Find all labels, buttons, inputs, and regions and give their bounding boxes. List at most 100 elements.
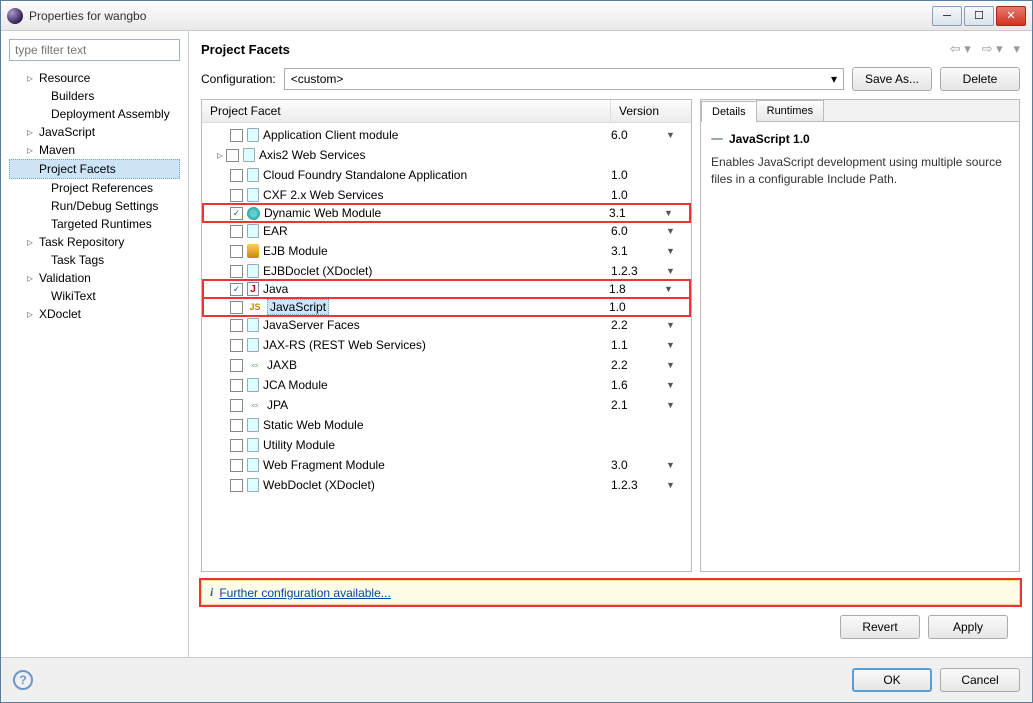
facet-icon: [247, 458, 259, 472]
facet-checkbox[interactable]: [230, 225, 243, 238]
facet-row[interactable]: ⇔JPA2.1▼: [202, 395, 691, 415]
facet-checkbox[interactable]: [230, 419, 243, 432]
facet-checkbox[interactable]: [230, 459, 243, 472]
facet-icon: [247, 478, 259, 492]
tree-item[interactable]: Task Tags: [9, 251, 180, 269]
save-as-button[interactable]: Save As...: [852, 67, 932, 91]
nav-arrows[interactable]: ⇦ ▾ ⇨ ▾ ▾: [950, 41, 1020, 57]
titlebar[interactable]: Properties for wangbo ─ ☐ ✕: [1, 1, 1032, 31]
facet-row[interactable]: Application Client module6.0▼: [202, 125, 691, 145]
facet-row[interactable]: Utility Module: [202, 435, 691, 455]
facet-icon: [247, 168, 259, 182]
close-button[interactable]: ✕: [996, 6, 1026, 26]
ok-button[interactable]: OK: [852, 668, 932, 692]
facet-icon: [247, 188, 259, 202]
maximize-button[interactable]: ☐: [964, 6, 994, 26]
col-facet[interactable]: Project Facet: [202, 100, 611, 122]
apply-button[interactable]: Apply: [928, 615, 1008, 639]
facet-checkbox[interactable]: [230, 379, 243, 392]
further-config-link[interactable]: Further configuration available...: [219, 586, 390, 600]
facet-checkbox[interactable]: [230, 479, 243, 492]
facet-row[interactable]: JSJavaScript1.0: [202, 297, 691, 317]
delete-button[interactable]: Delete: [940, 67, 1020, 91]
facet-checkbox[interactable]: [226, 149, 239, 162]
tree-item[interactable]: Targeted Runtimes: [9, 215, 180, 233]
facet-icon: [243, 148, 255, 162]
tree-item[interactable]: ▹XDoclet: [9, 305, 180, 323]
facet-checkbox[interactable]: [230, 399, 243, 412]
facet-icon: [247, 438, 259, 452]
facet-row[interactable]: CXF 2.x Web Services1.0: [202, 185, 691, 205]
facet-row[interactable]: JAX-RS (REST Web Services)1.1▼: [202, 335, 691, 355]
facet-checkbox[interactable]: [230, 301, 243, 314]
facet-checkbox[interactable]: [230, 169, 243, 182]
facet-row[interactable]: ✓Dynamic Web Module3.1▼: [202, 203, 691, 223]
facet-table: Project Facet Version Application Client…: [201, 99, 692, 572]
main-panel: Project Facets ⇦ ▾ ⇨ ▾ ▾ Configuration: …: [189, 31, 1032, 657]
bottom-bar: ? OK Cancel: [1, 657, 1032, 702]
facet-icon: [247, 264, 259, 278]
tree-item[interactable]: ▹JavaScript: [9, 123, 180, 141]
details-pane: Details Runtimes JavaScript 1.0 Enables …: [700, 99, 1020, 572]
facet-icon: ⇔: [247, 358, 263, 372]
facet-checkbox[interactable]: [230, 245, 243, 258]
config-combo[interactable]: <custom> ▾: [284, 68, 844, 90]
facet-icon: [247, 378, 259, 392]
facet-row[interactable]: Cloud Foundry Standalone Application1.0: [202, 165, 691, 185]
facet-checkbox[interactable]: [230, 129, 243, 142]
facet-checkbox[interactable]: [230, 265, 243, 278]
facet-icon: [247, 338, 259, 352]
config-label: Configuration:: [201, 72, 276, 86]
config-value: <custom>: [291, 72, 344, 86]
tree-item[interactable]: ▹Validation: [9, 269, 180, 287]
tree-item[interactable]: ▹Resource: [9, 69, 180, 87]
detail-body: Enables JavaScript development using mul…: [711, 154, 1009, 188]
facet-icon: [247, 418, 259, 432]
minimize-button[interactable]: ─: [932, 6, 962, 26]
tree-item[interactable]: Run/Debug Settings: [9, 197, 180, 215]
facet-row[interactable]: EAR6.0▼: [202, 221, 691, 241]
facet-icon: [247, 318, 259, 332]
facet-row[interactable]: EJB Module3.1▼: [202, 241, 691, 261]
facet-row[interactable]: JavaServer Faces2.2▼: [202, 315, 691, 335]
tree-item[interactable]: Project References: [9, 179, 180, 197]
facet-icon: J: [247, 282, 259, 296]
info-bar[interactable]: i Further configuration available...: [201, 580, 1020, 605]
facet-checkbox[interactable]: [230, 189, 243, 202]
eclipse-icon: [7, 8, 23, 24]
facet-checkbox[interactable]: ✓: [230, 207, 243, 220]
help-icon[interactable]: ?: [13, 670, 33, 690]
tab-runtimes[interactable]: Runtimes: [756, 100, 824, 121]
tree-item[interactable]: WikiText: [9, 287, 180, 305]
tree-item[interactable]: ▹Maven: [9, 141, 180, 159]
facet-checkbox[interactable]: [230, 339, 243, 352]
facet-row[interactable]: EJBDoclet (XDoclet)1.2.3▼: [202, 261, 691, 281]
sidebar: ▹ResourceBuildersDeployment Assembly▹Jav…: [1, 31, 189, 657]
tree-item[interactable]: Project Facets: [9, 159, 180, 179]
facet-row[interactable]: ⇔JAXB2.2▼: [202, 355, 691, 375]
facet-checkbox[interactable]: [230, 439, 243, 452]
window-title: Properties for wangbo: [29, 9, 932, 23]
cancel-button[interactable]: Cancel: [940, 668, 1020, 692]
tab-details[interactable]: Details: [701, 101, 757, 122]
facet-row[interactable]: Static Web Module: [202, 415, 691, 435]
revert-button[interactable]: Revert: [840, 615, 920, 639]
facet-icon: JS: [247, 300, 263, 314]
facet-icon: ⇔: [247, 398, 263, 412]
info-icon: i: [210, 585, 213, 600]
facet-row[interactable]: JCA Module1.6▼: [202, 375, 691, 395]
facet-checkbox[interactable]: ✓: [230, 283, 243, 296]
facet-row[interactable]: WebDoclet (XDoclet)1.2.3▼: [202, 475, 691, 495]
facet-row[interactable]: Web Fragment Module3.0▼: [202, 455, 691, 475]
tree-item[interactable]: Builders: [9, 87, 180, 105]
tree-item[interactable]: Deployment Assembly: [9, 105, 180, 123]
col-version[interactable]: Version: [611, 100, 691, 122]
tree-item[interactable]: ▹Task Repository: [9, 233, 180, 251]
facet-checkbox[interactable]: [230, 359, 243, 372]
facet-row[interactable]: ▹Axis2 Web Services: [202, 145, 691, 165]
facet-checkbox[interactable]: [230, 319, 243, 332]
filter-input[interactable]: [9, 39, 180, 61]
file-icon: [711, 138, 723, 140]
facet-icon: [247, 207, 260, 220]
facet-row[interactable]: ✓JJava1.8▼: [202, 279, 691, 299]
